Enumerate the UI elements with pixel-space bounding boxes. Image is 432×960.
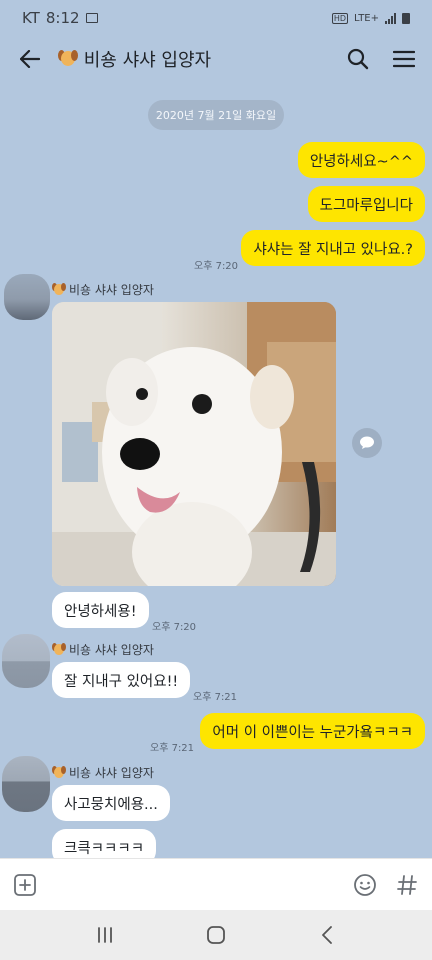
chat-title: 비숑 샤샤 입양자 — [58, 46, 346, 72]
carrier-label: KT — [22, 9, 40, 27]
dog-photo — [52, 302, 336, 586]
avatar[interactable] — [4, 274, 50, 320]
message-time: 오후 7:21 — [193, 692, 238, 703]
speech-bubble-icon — [360, 436, 374, 449]
message-time: 오후 7:20 — [152, 622, 197, 633]
my-message-bubble[interactable]: 도그마루입니다 — [307, 186, 425, 222]
their-message-bubble[interactable]: 사고뭉치에용... — [52, 785, 170, 821]
battery-icon — [402, 12, 410, 24]
sender-name-text: 비숑 샤샤 입양자 — [69, 643, 154, 657]
dog-emoji-icon — [52, 283, 66, 296]
sender-name: 비숑 샤샤 입양자 — [52, 641, 154, 658]
date-divider: 2020년 7월 21일 화요일 — [148, 100, 284, 130]
clock: 8:12 — [45, 9, 80, 27]
plus-square-icon — [14, 873, 36, 896]
dog-emoji-icon — [58, 50, 78, 68]
sender-name-text: 비숑 샤샤 입양자 — [69, 766, 154, 780]
hamburger-menu-icon — [393, 50, 415, 68]
system-nav-bar — [0, 910, 432, 960]
menu-button[interactable] — [392, 47, 416, 71]
message-time: 오후 7:21 — [150, 743, 195, 754]
status-bar: KT 8:12 HD LTE+ — [0, 0, 432, 36]
search-button[interactable] — [346, 47, 370, 71]
recent-apps-button[interactable] — [85, 915, 125, 955]
home-icon — [207, 926, 225, 944]
my-message-bubble[interactable]: 안녕하세요~^^ — [297, 142, 425, 178]
my-message-bubble[interactable]: 어머 이 이쁜이는 누군가욬ㅋㅋㅋ — [200, 713, 425, 749]
back-button[interactable] — [16, 45, 44, 73]
chat-header: 비숑 샤샤 입양자 — [0, 36, 432, 82]
photo-message[interactable] — [52, 302, 336, 586]
emoji-button[interactable] — [352, 872, 378, 898]
dog-emoji-icon — [52, 766, 66, 779]
their-message-bubble[interactable]: 안녕하세용! — [52, 592, 149, 628]
recent-apps-icon — [98, 927, 113, 943]
hashtag-search-button[interactable] — [394, 872, 420, 898]
search-icon — [347, 48, 369, 70]
sender-name: 비숑 샤샤 입양자 — [52, 281, 154, 298]
signal-icon — [385, 12, 396, 24]
their-message-bubble[interactable]: 크큭ㅋㅋㅋㅋ — [52, 829, 157, 858]
home-button[interactable] — [196, 915, 236, 955]
share-button[interactable] — [352, 428, 382, 458]
avatar[interactable] — [2, 756, 50, 812]
message-input-bar — [0, 858, 432, 910]
dog-emoji-icon — [52, 643, 66, 656]
gallery-notification-icon — [85, 13, 98, 23]
avatar[interactable] — [2, 634, 50, 688]
chat-title-text: 비숑 샤샤 입양자 — [83, 50, 212, 71]
message-input[interactable] — [38, 867, 352, 903]
their-message-bubble[interactable]: 잘 지내구 있어요!! — [52, 662, 191, 698]
arrow-left-icon — [20, 50, 40, 68]
sender-name: 비숑 샤샤 입양자 — [52, 764, 154, 781]
my-message-bubble[interactable]: 샤샤는 잘 지내고 있나요.? — [241, 230, 425, 266]
attach-button[interactable] — [12, 872, 38, 898]
chevron-left-icon — [321, 926, 332, 944]
smiley-icon — [354, 873, 376, 896]
hash-icon — [397, 874, 417, 895]
system-back-button[interactable] — [307, 915, 347, 955]
chat-area[interactable]: 2020년 7월 21일 화요일 안녕하세요~^^ 도그마루입니다 샤샤는 잘 … — [0, 82, 432, 858]
message-time: 오후 7:20 — [194, 261, 239, 272]
sender-name-text: 비숑 샤샤 입양자 — [69, 283, 154, 297]
hd-icon: HD — [331, 12, 348, 24]
network-type: LTE+ — [354, 12, 379, 24]
